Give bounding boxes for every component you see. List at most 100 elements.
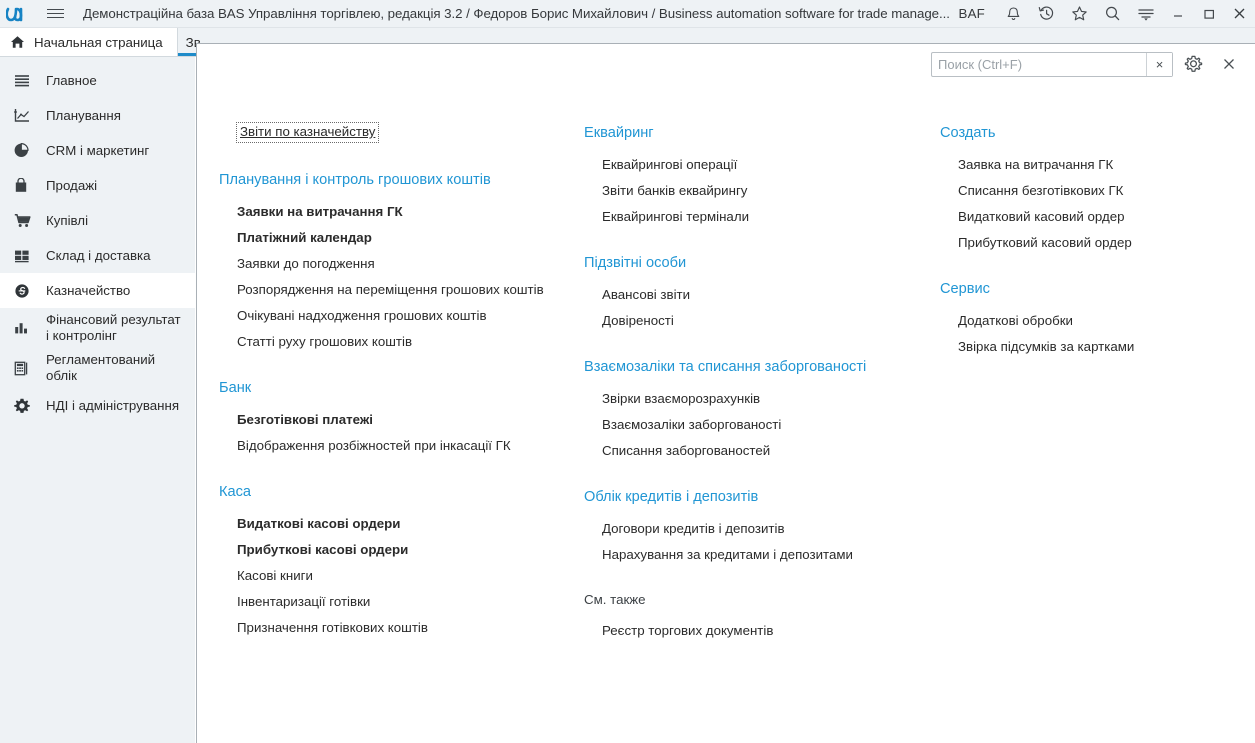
list-item[interactable]: Касові книги — [219, 563, 579, 589]
group-title: Облік кредитів і депозитів — [584, 489, 759, 505]
sidebar-item-kupivli[interactable]: Купівлі — [0, 203, 195, 238]
group-offsets-writeoffs: Взаємозаліки та списання заборгованості … — [584, 356, 919, 464]
sidebar-label: НДІ і адміністрування — [46, 397, 180, 413]
list-item[interactable]: Еквайрингові операції — [584, 152, 919, 178]
gear-icon — [14, 398, 36, 414]
user-initials[interactable]: BAF — [955, 6, 997, 21]
list-item[interactable]: Заявки на витрачання ГК — [219, 199, 579, 225]
sidebar-label: Склад і доставка — [46, 247, 151, 263]
tab-home[interactable]: Начальная страница — [0, 28, 178, 56]
calculator-icon — [14, 361, 36, 376]
sidebar-item-sklad[interactable]: Склад і доставка — [0, 238, 195, 273]
shopping-bag-icon — [14, 178, 36, 193]
list-item[interactable]: Інвентаризації готівки — [219, 589, 579, 615]
list-item[interactable]: Нарахування за кредитами і депозитами — [584, 542, 919, 568]
home-icon — [10, 35, 25, 49]
group-title: См. также — [584, 592, 646, 607]
sidebar-label: Главное — [46, 72, 97, 88]
group-kasa: Каса Видаткові касові ордери Прибуткові … — [219, 481, 579, 641]
list-item[interactable]: Заявка на витрачання ГК — [940, 152, 1250, 178]
sidebar: Главное Планування CRM і маркетинг Прода… — [0, 57, 195, 743]
history-clock-icon[interactable] — [1030, 0, 1063, 27]
chart-trend-icon — [14, 108, 36, 123]
sidebar-label: Регламентований облік — [46, 352, 156, 383]
list-item[interactable]: Видатковий касовий ордер — [940, 204, 1250, 230]
hamburger-menu-icon[interactable] — [38, 0, 72, 27]
list-item[interactable]: Взаємозаліки заборгованості — [584, 412, 919, 438]
sidebar-item-planuvannya[interactable]: Планування — [0, 98, 195, 133]
list-item[interactable]: Додаткові обробки — [940, 308, 1250, 334]
sidebar-item-finansovyi-rezultat[interactable]: Фінансовий результат і контролінг — [0, 308, 195, 348]
content-column-3: Создать Заявка на витрачання ГК Списання… — [940, 122, 1250, 382]
group-create: Создать Заявка на витрачання ГК Списання… — [940, 122, 1250, 256]
sidebar-label: Продажі — [46, 177, 98, 193]
group-title: Сервис — [940, 281, 990, 297]
list-item[interactable]: Звіти банків еквайрингу — [584, 178, 919, 204]
pie-chart-icon — [14, 143, 36, 158]
notifications-bell-icon[interactable] — [997, 0, 1030, 27]
close-button[interactable] — [1224, 0, 1255, 27]
sidebar-item-reglamentovanyi-oblik[interactable]: Регламентований облік — [0, 348, 195, 388]
maximize-button[interactable] — [1193, 0, 1224, 27]
group-planning: Планування і контроль грошових коштів За… — [219, 169, 579, 355]
minimize-button[interactable] — [1162, 0, 1193, 27]
list-item[interactable]: Очікувані надходження грошових коштів — [219, 303, 579, 329]
list-item[interactable]: Відображення розбіжностей при інкасації … — [219, 433, 579, 459]
bas-logo-icon[interactable] — [0, 0, 38, 27]
list-item[interactable]: Платіжний календар — [219, 225, 579, 251]
list-item[interactable]: Договори кредитів і депозитів — [584, 516, 919, 542]
group-credits-deposits: Облік кредитів і депозитів Договори кред… — [584, 486, 919, 568]
list-item[interactable]: Еквайрингові термінали — [584, 204, 919, 230]
content-column-1: Звіти по казначейству Планування і контр… — [219, 122, 579, 663]
search-icon[interactable] — [1096, 0, 1129, 27]
sidebar-label: Фінансовий результат і контролінг — [46, 312, 181, 343]
treasury-panel: × Звіти по казначейству Планування і кон… — [196, 43, 1255, 743]
list-item[interactable]: Реєстр торгових документів — [584, 618, 919, 644]
sidebar-item-prodazhi[interactable]: Продажі — [0, 168, 195, 203]
panel-content: Звіти по казначейству Планування і контр… — [197, 44, 1255, 743]
grid-blocks-icon — [14, 249, 36, 263]
favorites-star-icon[interactable] — [1063, 0, 1096, 27]
sidebar-label: CRM і маркетинг — [46, 142, 150, 158]
group-title: Создать — [940, 125, 996, 141]
treasury-reports-link[interactable]: Звіти по казначейству — [236, 122, 380, 143]
list-item[interactable]: Звірка підсумків за картками — [940, 334, 1250, 360]
list-item[interactable]: Довіреності — [584, 308, 919, 334]
sidebar-label: Купівлі — [46, 212, 89, 228]
content-column-2: Еквайринг Еквайрингові операції Звіти ба… — [584, 122, 919, 666]
sidebar-label: Планування — [46, 107, 121, 123]
sidebar-item-kaznacheystvo[interactable]: Казначейство — [0, 273, 195, 308]
sidebar-item-ndi-administruvannya[interactable]: НДІ і адміністрування — [0, 388, 195, 423]
list-item[interactable]: Списання безготівкових ГК — [940, 178, 1250, 204]
menu-functions-icon[interactable] — [1129, 0, 1162, 27]
list-item[interactable]: Безготівкові платежі — [219, 407, 579, 433]
sidebar-item-glavnoe[interactable]: Главное — [0, 63, 195, 98]
group-bank: Банк Безготівкові платежі Відображення р… — [219, 377, 579, 459]
list-lines-icon — [14, 74, 36, 88]
list-item[interactable]: Заявки до погодження — [219, 251, 579, 277]
window-title: Демонстраційна база BAS Управління торгі… — [83, 6, 950, 21]
list-item[interactable]: Звірки взаєморозрахунків — [584, 386, 919, 412]
list-item[interactable]: Списання заборгованостей — [584, 438, 919, 464]
group-title: Каса — [219, 484, 252, 500]
tab-home-label: Начальная страница — [34, 34, 163, 50]
group-title: Планування і контроль грошових коштів — [219, 172, 491, 188]
group-title: Підзвітні особи — [584, 255, 687, 271]
shopping-cart-icon — [14, 213, 36, 228]
list-item[interactable]: Розпорядження на переміщення грошових ко… — [219, 277, 579, 303]
group-title: Банк — [219, 380, 252, 396]
list-item[interactable]: Авансові звіти — [584, 282, 919, 308]
group-acquiring: Еквайринг Еквайрингові операції Звіти ба… — [584, 122, 919, 230]
list-item[interactable]: Прибуткові касові ордери — [219, 537, 579, 563]
sidebar-item-crm[interactable]: CRM і маркетинг — [0, 133, 195, 168]
title-bar: Демонстраційна база BAS Управління торгі… — [0, 0, 1255, 28]
group-accountable-persons: Підзвітні особи Авансові звіти Довіренос… — [584, 252, 919, 334]
title-bar-actions: BAF — [955, 0, 1255, 27]
group-title: Еквайринг — [584, 125, 654, 141]
list-item[interactable]: Видаткові касові ордери — [219, 511, 579, 537]
list-item[interactable]: Прибутковий касовий ордер — [940, 230, 1250, 256]
currency-coin-icon — [14, 283, 36, 299]
list-item[interactable]: Призначення готівкових коштів — [219, 615, 579, 641]
bar-chart-icon — [14, 321, 36, 335]
list-item[interactable]: Статті руху грошових коштів — [219, 329, 579, 355]
